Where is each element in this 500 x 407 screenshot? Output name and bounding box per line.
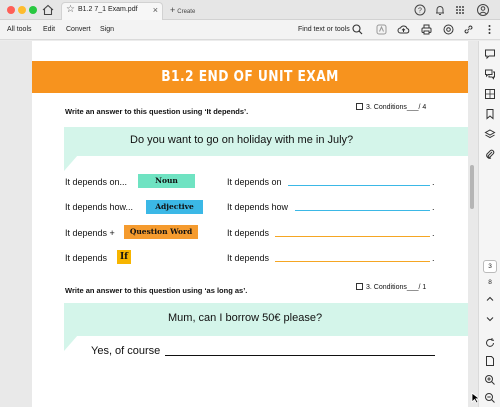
conditions-checkbox[interactable] xyxy=(356,283,363,290)
more-options-icon[interactable] xyxy=(483,23,496,36)
zoom-window-button[interactable] xyxy=(29,6,37,14)
page-icon[interactable] xyxy=(484,355,496,367)
bookmark-icon[interactable] xyxy=(484,108,496,120)
exam-banner: B1.2 END OF UNIT EXAM xyxy=(32,61,468,93)
svg-text:?: ? xyxy=(418,8,422,15)
vertical-scrollbar[interactable] xyxy=(470,165,474,209)
menu-convert[interactable]: Convert xyxy=(66,26,91,33)
section1-conditions-label: 3. Conditions___/ 4 xyxy=(366,104,427,111)
speech-tail xyxy=(64,155,78,171)
exam-title: B1.2 END OF UNIT EXAM xyxy=(161,67,339,85)
row3-answer-stem: It depends xyxy=(227,228,270,238)
share-email-icon[interactable] xyxy=(442,23,455,36)
conditions-checkbox[interactable] xyxy=(356,103,363,110)
star-icon[interactable]: ☆ xyxy=(66,4,75,15)
menu-all-tools[interactable]: All tools xyxy=(7,26,32,33)
document-viewport[interactable]: B1.2 END OF UNIT EXAM Write an answer to… xyxy=(0,41,478,407)
apps-grid-icon[interactable] xyxy=(453,3,467,17)
section1-conditions: 3. Conditions___/ 4 xyxy=(356,103,426,111)
speech-tail xyxy=(64,335,78,351)
create-tab-label: Create xyxy=(177,9,196,15)
layers-icon[interactable] xyxy=(484,128,496,140)
row3-period: . xyxy=(432,228,435,238)
thumbnails-icon[interactable] xyxy=(484,88,496,100)
row2-answer-stem: It depends how xyxy=(227,202,289,212)
home-icon[interactable] xyxy=(41,3,55,17)
current-page-input[interactable]: 3 xyxy=(483,260,497,273)
menu-edit[interactable]: Edit xyxy=(43,26,55,33)
search-icon[interactable] xyxy=(351,23,364,36)
comment-icon[interactable] xyxy=(484,48,496,60)
row4-stem: It depends xyxy=(65,253,108,263)
chevron-up-icon[interactable] xyxy=(484,293,496,305)
zoom-out-icon[interactable] xyxy=(484,392,496,404)
total-pages: 8 xyxy=(488,279,492,286)
row4-period: . xyxy=(432,253,435,263)
link-icon[interactable] xyxy=(462,23,475,36)
section2-conditions: 3. Conditions___/ 1 xyxy=(356,283,426,291)
rotate-icon[interactable] xyxy=(484,337,496,349)
close-tab-icon[interactable]: × xyxy=(153,5,158,15)
document-tab[interactable]: ☆ B1.2 7_1 Exam.pdf × xyxy=(61,2,163,20)
section1-question: Do you want to go on holiday with me in … xyxy=(130,134,354,146)
row1-stem: It depends on... xyxy=(65,177,128,187)
row2-stem: It depends how... xyxy=(65,202,134,212)
row4-answer-line[interactable] xyxy=(275,261,430,262)
plus-icon: + xyxy=(170,5,176,15)
section2-instruction: Write an answer to this question using ‘… xyxy=(65,286,248,295)
menu-sign[interactable]: Sign xyxy=(100,26,114,33)
toolbar: All tools Edit Convert Sign Find text or… xyxy=(0,20,500,40)
help-icon[interactable]: ? xyxy=(413,3,427,17)
notifications-icon[interactable] xyxy=(433,3,447,17)
section2-conditions-label: 3. Conditions___/ 1 xyxy=(366,284,427,291)
tag-question-word: Question Word xyxy=(124,225,198,239)
right-sidebar: 3 8 xyxy=(478,41,500,407)
find-text-or-tools-button[interactable]: Find text or tools xyxy=(298,26,350,33)
row1-answer-stem: It depends on xyxy=(227,177,282,187)
tag-noun: Noun xyxy=(138,174,195,188)
section2-question: Mum, can I borrow 50€ please? xyxy=(168,312,323,324)
tab-bar: ☆ B1.2 7_1 Exam.pdf × + Create ? xyxy=(0,0,500,20)
section2-answer-line[interactable] xyxy=(165,355,435,356)
row2-period: . xyxy=(432,202,435,212)
upload-cloud-icon[interactable] xyxy=(397,23,410,36)
row2-answer-line[interactable] xyxy=(295,210,430,211)
pdf-page: B1.2 END OF UNIT EXAM Write an answer to… xyxy=(32,41,468,407)
mouse-pointer-icon xyxy=(471,392,481,404)
document-tab-title: B1.2 7_1 Exam.pdf xyxy=(78,6,138,13)
print-icon[interactable] xyxy=(420,23,433,36)
chat-bubbles-icon[interactable] xyxy=(484,68,496,80)
row3-stem: It depends + xyxy=(65,228,115,238)
row4-answer-stem: It depends xyxy=(227,253,270,263)
chevron-down-icon[interactable] xyxy=(484,313,496,325)
attachment-icon[interactable] xyxy=(484,148,496,160)
tag-if: If xyxy=(117,250,131,264)
create-tab-button[interactable]: + Create xyxy=(170,5,195,15)
row3-answer-line[interactable] xyxy=(275,236,430,237)
minimize-window-button[interactable] xyxy=(18,6,26,14)
row1-answer-line[interactable] xyxy=(288,185,430,186)
section2-answer-stem: Yes, of course xyxy=(91,345,161,357)
account-avatar-icon[interactable] xyxy=(476,3,490,17)
ai-assistant-icon[interactable] xyxy=(375,23,388,36)
zoom-in-icon[interactable] xyxy=(484,374,496,386)
section1-instruction: Write an answer to this question using ‘… xyxy=(65,107,249,116)
row1-period: . xyxy=(432,177,435,187)
close-window-button[interactable] xyxy=(7,6,15,14)
tag-adjective: Adjective xyxy=(146,200,203,214)
